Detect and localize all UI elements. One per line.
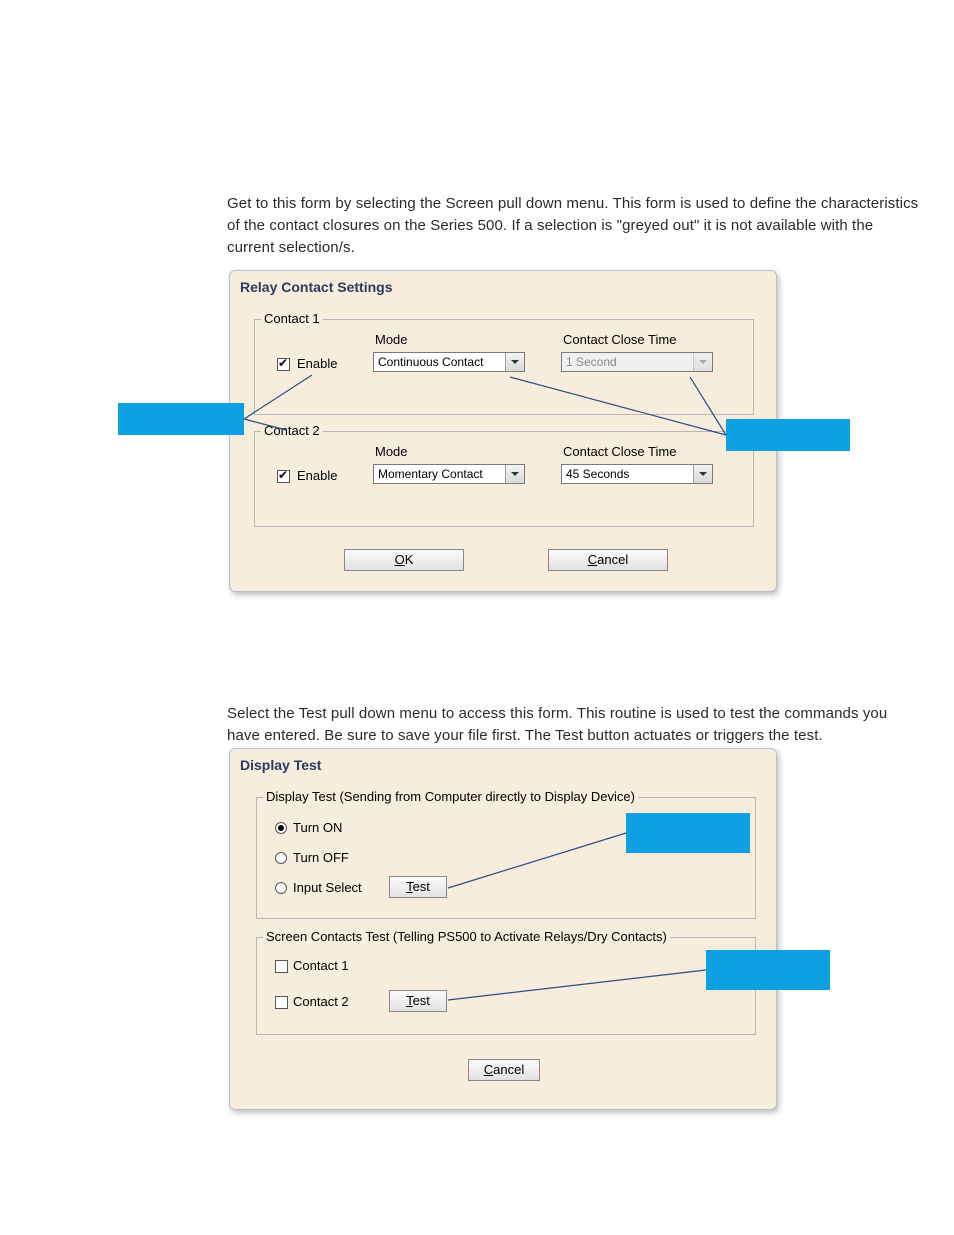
ok-mnemonic: O bbox=[395, 552, 405, 567]
screen-contacts-group: Screen Contacts Test (Telling PS500 to A… bbox=[256, 937, 756, 1035]
contact2-mode-label: Mode bbox=[375, 444, 408, 459]
screen-contacts-legend: Screen Contacts Test (Telling PS500 to A… bbox=[263, 929, 670, 944]
display-test-button[interactable]: Test bbox=[389, 876, 447, 898]
display-test-title: Display Test bbox=[240, 757, 321, 773]
chevron-down-icon bbox=[693, 465, 712, 483]
contact1-test-checkbox[interactable] bbox=[275, 960, 288, 973]
contact2-close-label: Contact Close Time bbox=[563, 444, 676, 459]
cancel-mnemonic: C bbox=[588, 552, 597, 567]
turn-on-label: Turn ON bbox=[293, 820, 342, 835]
contacts-test-button[interactable]: Test bbox=[389, 990, 447, 1012]
display-test-dialog: Display Test Display Test (Sending from … bbox=[229, 748, 777, 1110]
contact1-close-value: 1 Second bbox=[566, 355, 617, 369]
contact2-group: Contact 2 Enable Mode Momentary Contact … bbox=[254, 431, 754, 527]
display-test-cancel-button[interactable]: Cancel bbox=[468, 1059, 540, 1081]
callout-box-right bbox=[726, 419, 850, 451]
callout-box-left bbox=[118, 403, 244, 435]
contact1-close-dropdown: 1 Second bbox=[561, 352, 713, 372]
contact2-close-dropdown[interactable]: 45 Seconds bbox=[561, 464, 713, 484]
contact2-enable-label: Enable bbox=[297, 468, 337, 483]
turn-off-label: Turn OFF bbox=[293, 850, 349, 865]
test1-rest: est bbox=[413, 879, 430, 894]
turn-on-radio[interactable] bbox=[275, 822, 287, 834]
contact1-group: Contact 1 Enable Mode Continuous Contact… bbox=[254, 319, 754, 415]
contact2-legend: Contact 2 bbox=[261, 423, 323, 438]
contact1-test-label: Contact 1 bbox=[293, 958, 349, 973]
cancel-rest: ancel bbox=[597, 552, 628, 567]
display-test-legend: Display Test (Sending from Computer dire… bbox=[263, 789, 638, 804]
input-select-radio[interactable] bbox=[275, 882, 287, 894]
contact2-test-checkbox[interactable] bbox=[275, 996, 288, 1009]
contact2-mode-value: Momentary Contact bbox=[378, 467, 483, 481]
contact2-enable-checkbox[interactable] bbox=[277, 470, 290, 483]
callout-box-contacts-test bbox=[706, 950, 830, 990]
relay-contact-settings-dialog: Relay Contact Settings Contact 1 Enable … bbox=[229, 270, 777, 592]
callout-box-display-test bbox=[626, 813, 750, 853]
contact1-legend: Contact 1 bbox=[261, 311, 323, 326]
test-cancel-rest: ancel bbox=[493, 1062, 524, 1077]
contact2-test-label: Contact 2 bbox=[293, 994, 349, 1009]
input-select-label: Input Select bbox=[293, 880, 362, 895]
relay-ok-button[interactable]: OK bbox=[344, 549, 464, 571]
chevron-down-icon bbox=[505, 465, 524, 483]
contact1-mode-dropdown[interactable]: Continuous Contact bbox=[373, 352, 525, 372]
contact1-enable-label: Enable bbox=[297, 356, 337, 371]
chevron-down-icon bbox=[693, 353, 712, 371]
contact1-enable-checkbox[interactable] bbox=[277, 358, 290, 371]
contact1-mode-label: Mode bbox=[375, 332, 408, 347]
relay-dialog-title: Relay Contact Settings bbox=[240, 279, 392, 295]
contact2-mode-dropdown[interactable]: Momentary Contact bbox=[373, 464, 525, 484]
contact1-mode-value: Continuous Contact bbox=[378, 355, 483, 369]
chevron-down-icon bbox=[505, 353, 524, 371]
turn-off-radio[interactable] bbox=[275, 852, 287, 864]
relay-cancel-button[interactable]: Cancel bbox=[548, 549, 668, 571]
test2-rest: est bbox=[413, 993, 430, 1008]
contact1-close-label: Contact Close Time bbox=[563, 332, 676, 347]
intro-paragraph-relay: Get to this form by selecting the Screen… bbox=[227, 193, 922, 258]
contact2-close-value: 45 Seconds bbox=[566, 467, 629, 481]
intro-paragraph-test: Select the Test pull down menu to access… bbox=[227, 703, 922, 747]
ok-rest: K bbox=[405, 552, 414, 567]
test-cancel-mnemonic: C bbox=[484, 1062, 493, 1077]
